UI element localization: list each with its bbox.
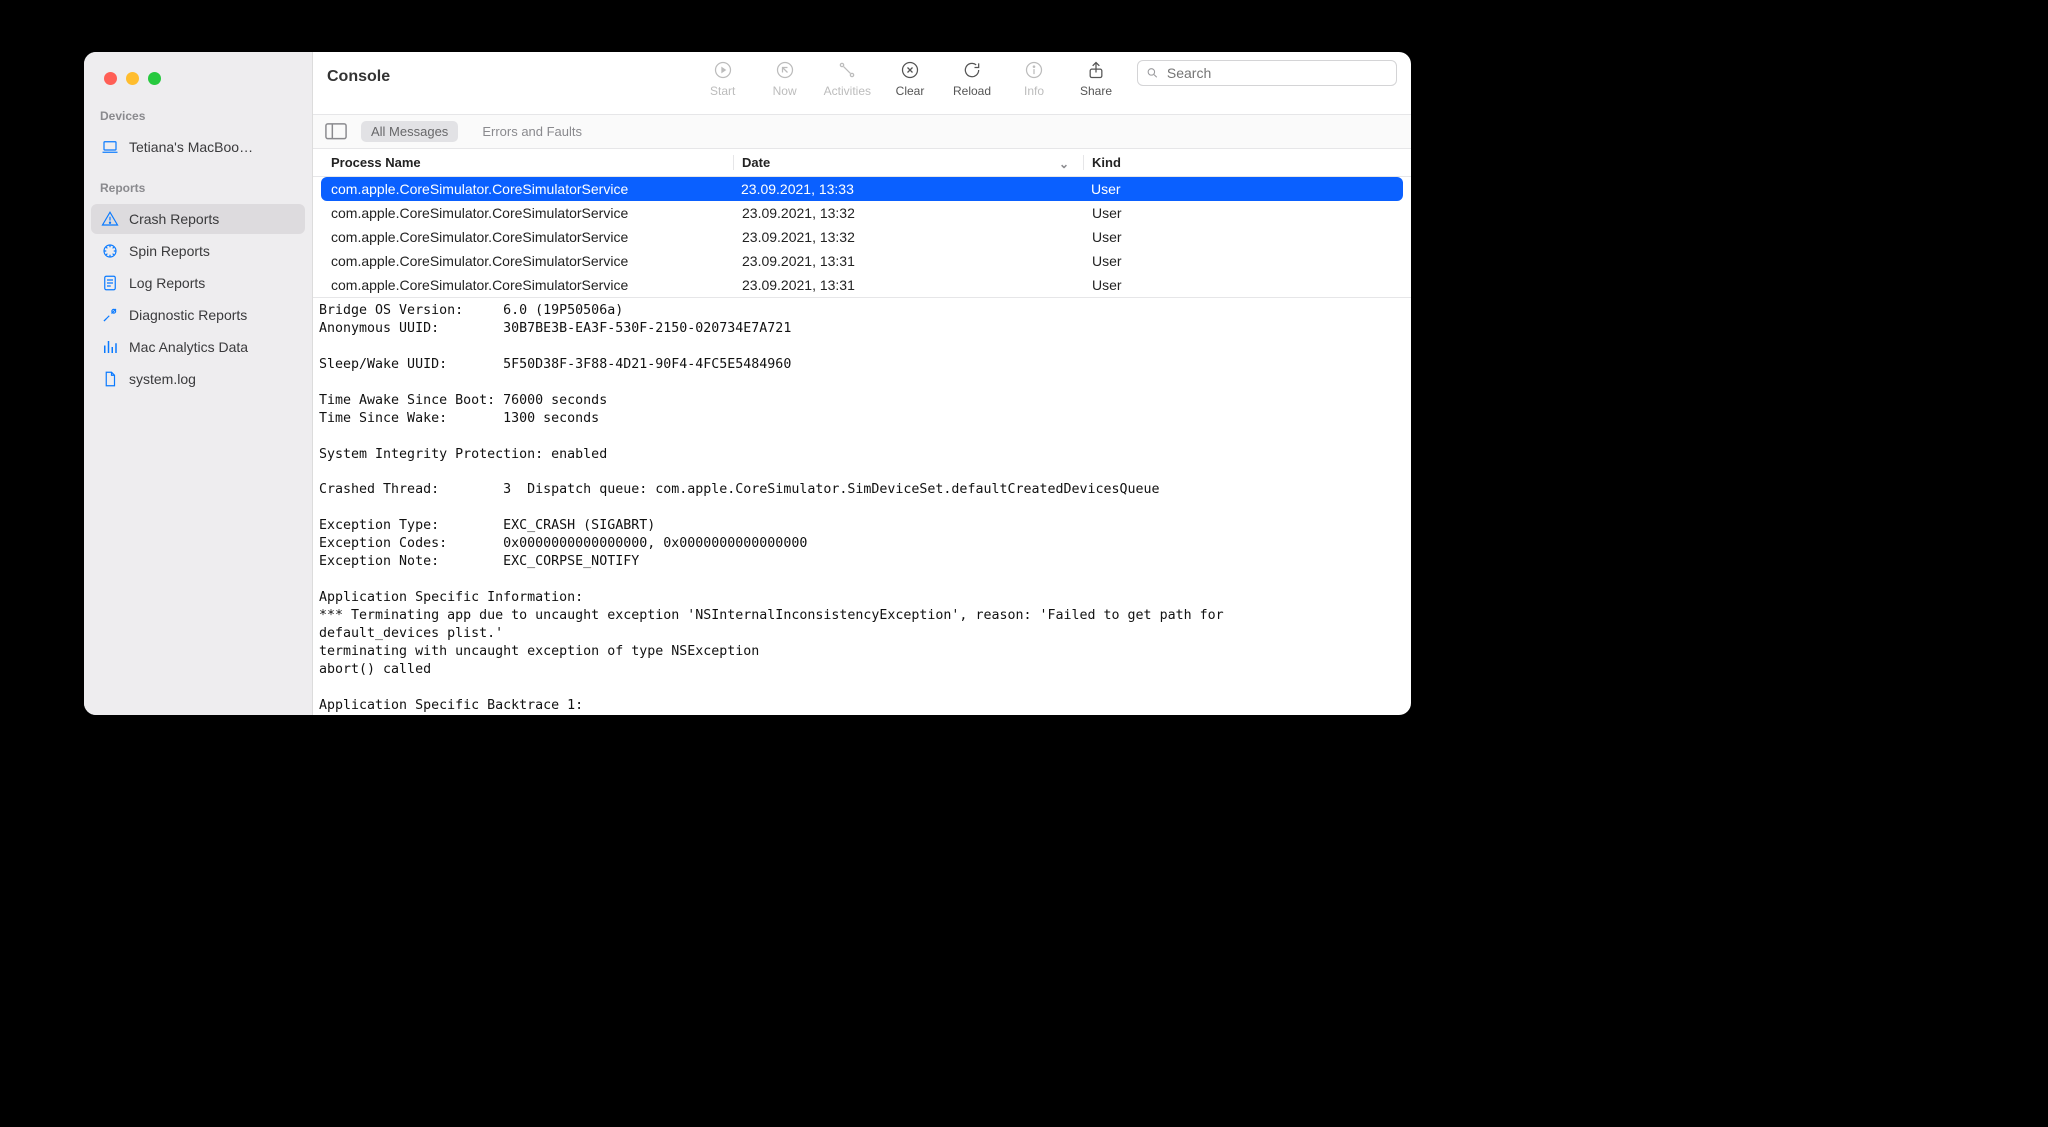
column-header-date-label: Date bbox=[742, 155, 770, 170]
reload-icon bbox=[962, 60, 982, 80]
close-window-button[interactable] bbox=[104, 72, 117, 85]
sidebar-toggle-button[interactable] bbox=[325, 123, 347, 141]
info-circle-icon bbox=[1024, 60, 1044, 80]
laptop-icon bbox=[101, 138, 119, 156]
table-row[interactable]: com.apple.CoreSimulator.CoreSimulatorSer… bbox=[321, 177, 1403, 201]
sidebar: Devices Tetiana's MacBoo… Reports Crash … bbox=[84, 52, 313, 715]
column-header-kind[interactable]: Kind bbox=[1083, 155, 1411, 170]
sidebar-device-label: Tetiana's MacBoo… bbox=[129, 139, 253, 155]
crash-report-detail[interactable]: Bridge OS Version: 6.0 (19P50506a) Anony… bbox=[313, 297, 1411, 715]
table-row[interactable]: com.apple.CoreSimulator.CoreSimulatorSer… bbox=[313, 249, 1411, 273]
toolbar-label: Reload bbox=[953, 84, 991, 98]
sidebar-item-label: Log Reports bbox=[129, 275, 205, 291]
search-icon bbox=[1146, 66, 1159, 80]
column-header-process[interactable]: Process Name bbox=[313, 155, 733, 170]
cell-date: 23.09.2021, 13:33 bbox=[733, 181, 1083, 197]
cell-kind: User bbox=[1083, 277, 1411, 293]
share-button[interactable]: Share bbox=[1073, 60, 1119, 98]
sidebar-item-label: Diagnostic Reports bbox=[129, 307, 247, 323]
search-field[interactable] bbox=[1137, 60, 1397, 86]
sort-indicator-icon: ⌄ bbox=[1059, 157, 1069, 171]
cell-kind: User bbox=[1083, 229, 1411, 245]
minimize-window-button[interactable] bbox=[126, 72, 139, 85]
sidebar-item-label: Spin Reports bbox=[129, 243, 210, 259]
cell-date: 23.09.2021, 13:32 bbox=[733, 229, 1083, 245]
play-circle-icon bbox=[713, 60, 733, 80]
cell-date: 23.09.2021, 13:32 bbox=[733, 205, 1083, 221]
table-header: Process Name Date ⌄ Kind bbox=[313, 149, 1411, 177]
sidebar-device-item[interactable]: Tetiana's MacBoo… bbox=[91, 132, 305, 162]
sidebar-item-label: system.log bbox=[129, 371, 196, 387]
sidebar-item-label: Mac Analytics Data bbox=[129, 339, 248, 355]
start-button[interactable]: Start bbox=[700, 60, 746, 98]
table-row[interactable]: com.apple.CoreSimulator.CoreSimulatorSer… bbox=[313, 201, 1411, 225]
reload-button[interactable]: Reload bbox=[949, 60, 995, 98]
sidebar-item-label: Crash Reports bbox=[129, 211, 219, 227]
window-controls bbox=[84, 72, 312, 91]
cell-kind: User bbox=[1083, 181, 1403, 197]
toolbar-label: Activities bbox=[824, 84, 871, 98]
info-button[interactable]: Info bbox=[1011, 60, 1057, 98]
sidebar-devices-header: Devices bbox=[84, 91, 312, 131]
clear-circle-icon bbox=[900, 60, 920, 80]
cell-process: com.apple.CoreSimulator.CoreSimulatorSer… bbox=[313, 253, 733, 269]
activities-button[interactable]: Activities bbox=[824, 60, 871, 98]
cell-process: com.apple.CoreSimulator.CoreSimulatorSer… bbox=[313, 229, 733, 245]
cell-date: 23.09.2021, 13:31 bbox=[733, 277, 1083, 293]
console-window: Devices Tetiana's MacBoo… Reports Crash … bbox=[84, 52, 1411, 715]
zoom-window-button[interactable] bbox=[148, 72, 161, 85]
sidebar-toggle-icon bbox=[325, 123, 347, 140]
cell-process: com.apple.CoreSimulator.CoreSimulatorSer… bbox=[313, 277, 733, 293]
branch-icon bbox=[837, 60, 857, 80]
app-title: Console bbox=[327, 60, 390, 86]
now-button[interactable]: Now bbox=[762, 60, 808, 98]
sidebar-item-mac-analytics[interactable]: Mac Analytics Data bbox=[91, 332, 305, 362]
toolbar-label: Start bbox=[710, 84, 735, 98]
cell-process: com.apple.CoreSimulator.CoreSimulatorSer… bbox=[321, 181, 733, 197]
table-row[interactable]: com.apple.CoreSimulator.CoreSimulatorSer… bbox=[313, 225, 1411, 249]
now-circle-icon bbox=[775, 60, 795, 80]
toolbar-label: Share bbox=[1080, 84, 1112, 98]
sidebar-item-crash-reports[interactable]: Crash Reports bbox=[91, 204, 305, 234]
report-table-body: com.apple.CoreSimulator.CoreSimulatorSer… bbox=[313, 177, 1411, 297]
sidebar-item-spin-reports[interactable]: Spin Reports bbox=[91, 236, 305, 266]
filter-all-messages[interactable]: All Messages bbox=[361, 121, 458, 142]
filter-bar: All Messages Errors and Faults bbox=[313, 114, 1411, 149]
sidebar-item-log-reports[interactable]: Log Reports bbox=[91, 268, 305, 298]
tools-icon bbox=[101, 306, 119, 324]
sidebar-item-system-log[interactable]: system.log bbox=[91, 364, 305, 394]
main-pane: Console Start Now Activities Clear bbox=[313, 52, 1411, 715]
search-field-wrap bbox=[1137, 60, 1397, 86]
table-row[interactable]: com.apple.CoreSimulator.CoreSimulatorSer… bbox=[313, 273, 1411, 297]
bar-chart-icon bbox=[101, 338, 119, 356]
toolbar: Console Start Now Activities Clear bbox=[313, 52, 1411, 114]
sidebar-reports-header: Reports bbox=[84, 163, 312, 203]
filter-errors-faults[interactable]: Errors and Faults bbox=[472, 121, 592, 142]
spinner-icon bbox=[101, 242, 119, 260]
share-icon bbox=[1086, 60, 1106, 80]
cell-date: 23.09.2021, 13:31 bbox=[733, 253, 1083, 269]
sidebar-item-diagnostic-reports[interactable]: Diagnostic Reports bbox=[91, 300, 305, 330]
cell-kind: User bbox=[1083, 253, 1411, 269]
toolbar-label: Info bbox=[1024, 84, 1044, 98]
clear-button[interactable]: Clear bbox=[887, 60, 933, 98]
column-header-date[interactable]: Date ⌄ bbox=[733, 155, 1083, 170]
toolbar-label: Clear bbox=[896, 84, 925, 98]
warning-triangle-icon bbox=[101, 210, 119, 228]
document-list-icon bbox=[101, 274, 119, 292]
toolbar-label: Now bbox=[773, 84, 797, 98]
search-input[interactable] bbox=[1165, 64, 1388, 82]
cell-kind: User bbox=[1083, 205, 1411, 221]
file-icon bbox=[101, 370, 119, 388]
toolbar-buttons: Start Now Activities Clear Reload bbox=[700, 60, 1119, 98]
cell-process: com.apple.CoreSimulator.CoreSimulatorSer… bbox=[313, 205, 733, 221]
